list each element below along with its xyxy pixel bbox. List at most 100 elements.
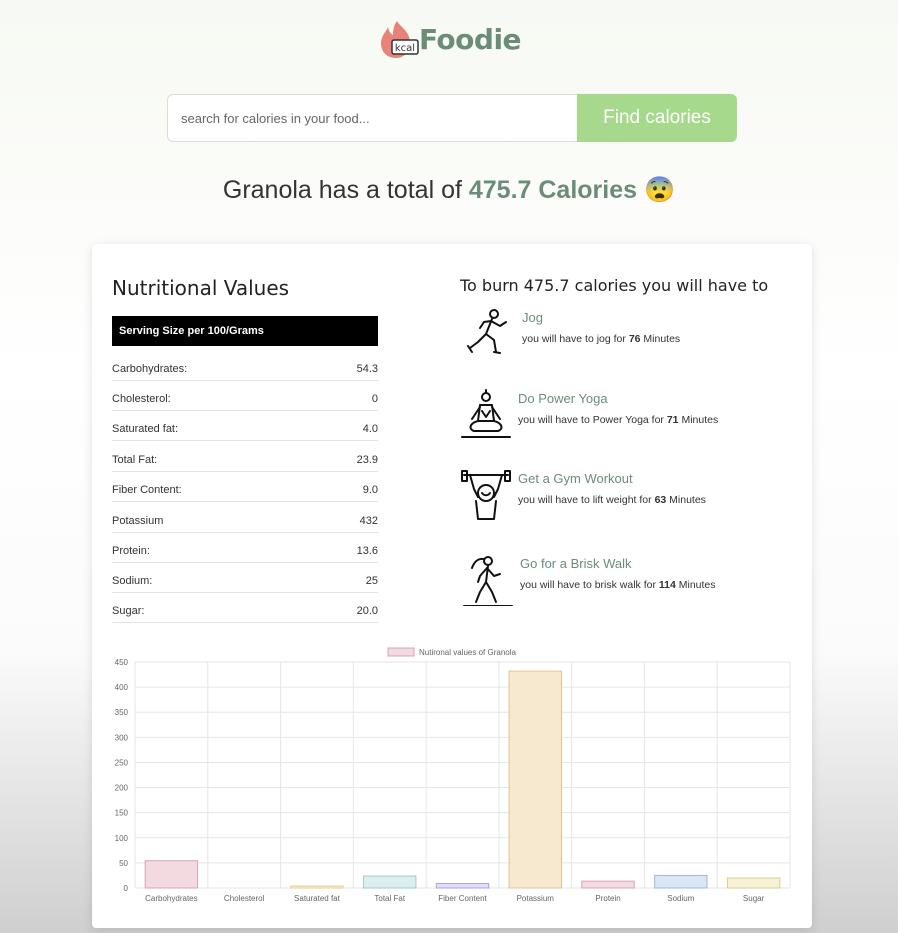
results-card: Nutritional Values Serving Size per 100/…	[92, 244, 812, 928]
chart-bar	[290, 885, 344, 889]
y-tick-label: 100	[115, 834, 129, 843]
x-tick-label: Protein	[595, 894, 620, 903]
y-tick-label: 250	[115, 758, 129, 767]
y-tick-label: 0	[124, 884, 129, 893]
x-tick-label: Saturated fat	[294, 894, 341, 903]
activity-unit: Minutes	[666, 494, 706, 506]
y-tick-label: 400	[115, 683, 129, 692]
activity-name: Go for a Brisk Walk	[520, 556, 632, 571]
chart-bar	[581, 880, 635, 889]
emoji: 😨	[643, 176, 676, 204]
burn-title: To burn 475.7 calories you will have to	[460, 276, 769, 295]
foodie-logo[interactable]: kcal Foodie	[0, 18, 898, 60]
y-tick-label: 450	[115, 658, 129, 667]
chart-bar	[726, 877, 781, 889]
search-input[interactable]	[167, 94, 577, 142]
nutrient-value: 13.6	[356, 545, 378, 557]
nutrient-value: 20.0	[356, 605, 378, 617]
nutrient-label: Sugar:	[112, 605, 145, 617]
nutrition-row: Saturated fat: 4.0	[112, 418, 378, 441]
nutrition-chart: 0 50 100 150 200 250 300 350 400 450 Carbohydrates…	[92, 642, 812, 912]
nutrient-value: 54.3	[356, 363, 378, 375]
calorie-headline: Granola has a total of 475.7 Calories 😨	[0, 176, 898, 205]
chart-bar	[654, 874, 708, 889]
x-tick-label: Sodium	[667, 894, 694, 903]
activity-unit: Minutes	[675, 579, 716, 591]
activity-text: you will have to Power Yoga for	[518, 414, 667, 426]
y-tick-label: 300	[115, 733, 129, 742]
chart-bar	[363, 875, 417, 889]
activity-description: you will have to lift weight for 63 Minu…	[518, 494, 706, 506]
nutrient-value: 23.9	[356, 454, 378, 466]
nutrition-row: Cholesterol: 0	[112, 388, 378, 411]
activity-text: you will have to lift weight for	[518, 494, 655, 506]
jogging-icon	[467, 309, 507, 354]
activity-text: you will have to jog for	[522, 333, 629, 345]
x-tick-label: Fiber Content	[438, 894, 487, 903]
activity-name: Get a Gym Workout	[518, 471, 633, 486]
y-tick-label: 50	[119, 859, 128, 868]
yoga-icon	[461, 389, 511, 438]
activity-unit: Minutes	[640, 333, 681, 345]
nutrient-value: 25	[365, 575, 378, 587]
activity-description: you will have to Power Yoga for 71 Minut…	[518, 414, 718, 426]
activity-unit: Minutes	[678, 414, 719, 426]
activity-minutes: 114	[658, 579, 676, 591]
walking-icon	[463, 556, 513, 606]
flame-icon: kcal	[380, 21, 419, 58]
activity-minutes: 63	[654, 494, 667, 506]
x-tick-label: Cholesterol	[224, 894, 265, 903]
nutrition-row: Fiber Content: 9.0	[112, 479, 378, 502]
legend-label: Nutironal values of Granola	[419, 648, 516, 657]
x-tick-label: Total Fat	[374, 894, 405, 903]
activity-name: Do Power Yoga	[518, 391, 608, 406]
x-tick-label: Carbohydrates	[145, 894, 197, 903]
legend-swatch	[387, 647, 415, 657]
nutrition-row: Potassium 432	[112, 510, 378, 533]
nutrient-value: 9.0	[362, 484, 378, 496]
nutrient-label: Sodium:	[112, 575, 153, 587]
y-tick-label: 200	[115, 784, 129, 793]
nutrition-row: Sugar: 20.0	[112, 600, 378, 623]
x-tick-label: Potassium	[517, 894, 555, 903]
activity-jog: Jog you will have to jog for 76 Minutes	[464, 308, 680, 360]
nutrition-title: Nutritional Values	[112, 276, 290, 300]
search-form: Find calories	[167, 94, 737, 142]
chart-bar	[144, 860, 199, 889]
activity-description: you will have to brisk walk for 114 Minu…	[520, 579, 716, 591]
nutrient-value: 4.0	[362, 423, 378, 435]
nutrient-label: Fiber Content:	[112, 484, 182, 496]
nutrition-row: Total Fat: 23.9	[112, 449, 378, 472]
chart-bar	[508, 670, 562, 889]
brand-name: Foodie	[418, 22, 522, 56]
nutrition-row: Protein: 13.6	[112, 540, 378, 563]
nutrient-label: Cholesterol:	[112, 393, 171, 405]
logo-badge: kcal	[395, 43, 415, 54]
nutrition-row: Sodium: 25	[112, 570, 378, 593]
activity-text: you will have to brisk walk for	[520, 579, 659, 591]
activity-gym: Get a Gym Workout you will have to lift …	[460, 469, 706, 521]
headline-prefix: Granola has a total of	[222, 176, 469, 204]
activity-minutes: 71	[666, 414, 679, 426]
nutrient-label: Total Fat:	[112, 454, 158, 466]
total-calories: 475.7 Calories	[468, 176, 638, 204]
x-tick-label: Sugar	[743, 894, 765, 903]
nutrient-label: Potassium	[112, 515, 164, 527]
nutrient-value: 432	[359, 515, 378, 527]
activity-description: you will have to jog for 76 Minutes	[522, 333, 680, 345]
find-calories-button[interactable]: Find calories	[577, 94, 737, 142]
activity-yoga: Do Power Yoga you will have to Power Yog…	[460, 389, 718, 441]
nutrient-label: Saturated fat:	[112, 423, 179, 435]
activity-name: Jog	[522, 310, 543, 325]
activity-minutes: 76	[628, 333, 641, 345]
serving-size-header: Serving Size per 100/Grams	[112, 316, 378, 346]
y-tick-label: 350	[115, 708, 129, 717]
weightlifting-icon	[461, 470, 511, 520]
nutrient-value: 0	[371, 393, 378, 405]
nutrient-label: Carbohydrates:	[112, 363, 188, 375]
nutrient-label: Protein:	[112, 545, 150, 557]
y-tick-label: 150	[115, 809, 129, 818]
bar-chart: 0 50 100 150 200 250 300 350 400 450 Carbohydrates…	[115, 647, 791, 903]
activity-walk: Go for a Brisk Walk you will have to bri…	[462, 554, 716, 606]
nutrition-row: Carbohydrates: 54.3	[112, 358, 378, 381]
